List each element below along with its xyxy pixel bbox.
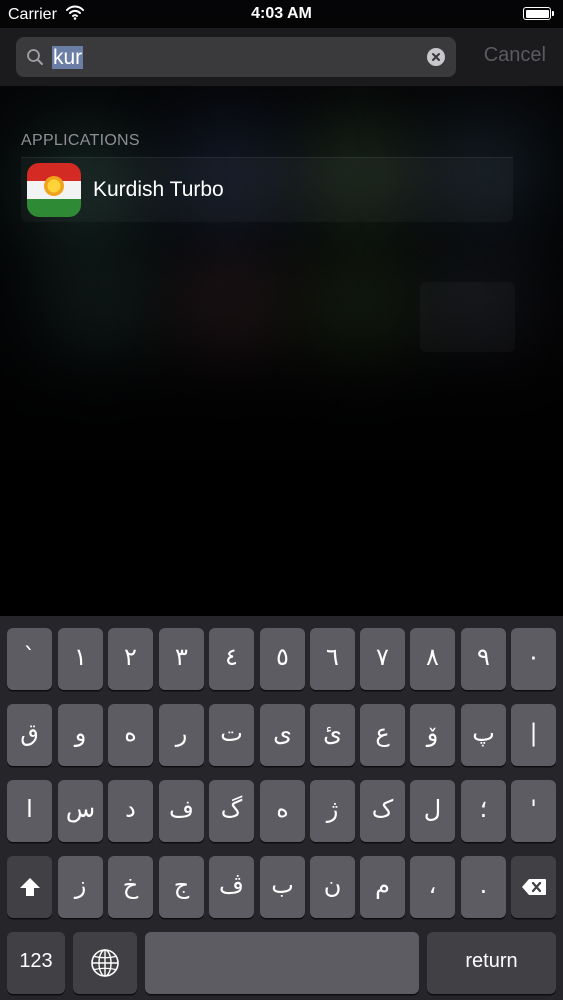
- key[interactable]: `: [7, 628, 52, 690]
- key[interactable]: ٤: [209, 628, 254, 690]
- delete-icon: [521, 879, 546, 895]
- key[interactable]: |: [511, 704, 556, 766]
- key[interactable]: ن: [310, 856, 355, 918]
- key[interactable]: ڤ: [209, 856, 254, 918]
- return-button[interactable]: return: [427, 932, 556, 994]
- key[interactable]: ق: [7, 704, 52, 766]
- key[interactable]: خ: [108, 856, 153, 918]
- key[interactable]: د: [108, 780, 153, 842]
- space-bar[interactable]: [145, 932, 419, 994]
- keyboard: ` ١ ٢ ٣ ٤ ٥ ٦ ٧ ٨ ٩ ٠ ق و ە ر ت ی ئ ع ۆ …: [0, 616, 563, 1000]
- screen: Carrier 4:03 AM kur Cancel APPLICATIONS …: [0, 0, 563, 1000]
- key[interactable]: ز: [58, 856, 103, 918]
- key[interactable]: ف: [159, 780, 204, 842]
- key[interactable]: ٣: [159, 628, 204, 690]
- app-name: Kurdish Turbo: [93, 178, 224, 201]
- key[interactable]: ج: [159, 856, 204, 918]
- key[interactable]: ی: [260, 704, 305, 766]
- shift-icon: [19, 878, 40, 896]
- clock: 4:03 AM: [251, 5, 312, 22]
- key[interactable]: ٦: [310, 628, 355, 690]
- key[interactable]: ٩: [461, 628, 506, 690]
- search-query[interactable]: kur: [52, 45, 84, 71]
- key[interactable]: پ: [461, 704, 506, 766]
- key[interactable]: ١: [58, 628, 103, 690]
- key[interactable]: ل: [410, 780, 455, 842]
- app-icon: [27, 163, 81, 217]
- key[interactable]: ٨: [410, 628, 455, 690]
- key[interactable]: ٠: [511, 628, 556, 690]
- search-input[interactable]: kur: [16, 37, 456, 77]
- globe-icon: [91, 949, 119, 977]
- key[interactable]: ٥: [260, 628, 305, 690]
- key[interactable]: ئ: [310, 704, 355, 766]
- globe-button[interactable]: [73, 932, 137, 994]
- section-header: APPLICATIONS: [21, 132, 140, 149]
- key[interactable]: س: [58, 780, 103, 842]
- key[interactable]: .: [461, 856, 506, 918]
- result-item-kurdish-turbo[interactable]: Kurdish Turbo: [21, 158, 513, 222]
- key[interactable]: و: [58, 704, 103, 766]
- key[interactable]: ؛: [461, 780, 506, 842]
- key[interactable]: ': [511, 780, 556, 842]
- key[interactable]: ٧: [360, 628, 405, 690]
- key[interactable]: ت: [209, 704, 254, 766]
- status-bar: Carrier 4:03 AM: [0, 0, 563, 30]
- key[interactable]: گ: [209, 780, 254, 842]
- key[interactable]: ک: [360, 780, 405, 842]
- delete-button[interactable]: [511, 856, 556, 918]
- numbers-button[interactable]: 123: [7, 932, 65, 994]
- key[interactable]: ،: [410, 856, 455, 918]
- key[interactable]: ع: [360, 704, 405, 766]
- battery-icon: [523, 7, 554, 20]
- search-bar: kur Cancel: [0, 28, 563, 86]
- key[interactable]: ە: [108, 704, 153, 766]
- key[interactable]: ه: [260, 780, 305, 842]
- key[interactable]: ٢: [108, 628, 153, 690]
- blurred-background: [420, 282, 515, 352]
- key[interactable]: ژ: [310, 780, 355, 842]
- search-query-selected: kur: [52, 46, 84, 69]
- key[interactable]: ر: [159, 704, 204, 766]
- key[interactable]: ا: [7, 780, 52, 842]
- key[interactable]: ب: [260, 856, 305, 918]
- clear-icon[interactable]: [427, 48, 445, 66]
- search-icon: [26, 48, 44, 66]
- shift-button[interactable]: [7, 856, 52, 918]
- key[interactable]: ۆ: [410, 704, 455, 766]
- cancel-button[interactable]: Cancel: [484, 44, 546, 67]
- sun-icon: [44, 176, 64, 196]
- key[interactable]: م: [360, 856, 405, 918]
